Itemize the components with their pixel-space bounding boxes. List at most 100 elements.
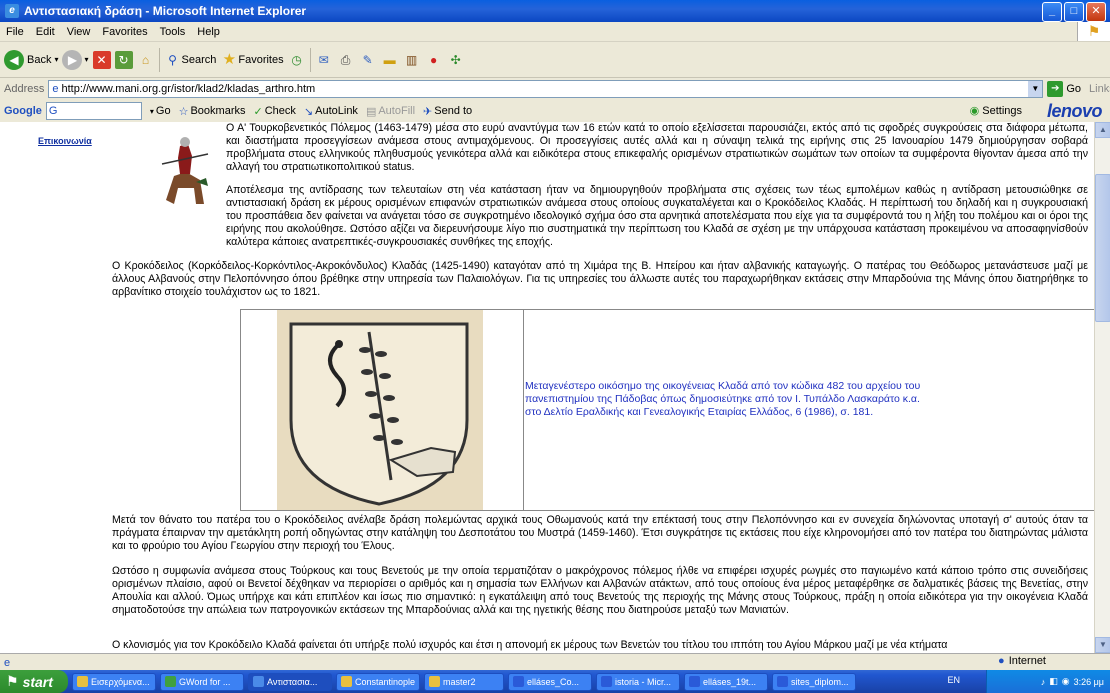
forward-button[interactable]: ▶ ▾ <box>62 49 89 70</box>
messenger-icon[interactable]: ● <box>425 51 443 69</box>
word-icon <box>601 676 612 687</box>
scroll-down-button[interactable]: ▼ <box>1095 637 1110 653</box>
search-icon: ⚲ <box>168 52 177 67</box>
mail-icon[interactable]: ✉ <box>315 51 333 69</box>
windows-logo-icon: ⚑ <box>1077 22 1110 41</box>
maximize-button[interactable]: □ <box>1064 2 1084 22</box>
taskbar-item[interactable]: elláses_Co... <box>508 672 592 691</box>
coat-of-arms-table: Μεταγενέστερο οικόσημο της οικογένειας Κ… <box>240 309 1094 511</box>
taskbar-item-label: sites_diplom... <box>791 676 849 687</box>
scroll-thumb[interactable] <box>1095 174 1110 322</box>
autofill-button[interactable]: ▤ AutoFill <box>366 105 415 118</box>
autolink-icon: ↘ <box>303 105 314 118</box>
check-button[interactable]: ✓ Check <box>254 105 296 118</box>
address-input[interactable]: e http://www.mani.org.gr/istor/klad2/kla… <box>48 80 1044 98</box>
paragraph: Μετά τον θάνατο του πατέρα του ο Κροκόδε… <box>112 514 1088 552</box>
paragraph: Ο Κροκόδειλος (Κορκόδειλος-Κορκόντιλος-Α… <box>112 260 1088 298</box>
taskbar-item[interactable]: istoria - Micr... <box>596 672 680 691</box>
menu-view[interactable]: View <box>61 26 97 38</box>
taskbar-item-label: elláses_Co... <box>527 676 580 687</box>
home-icon[interactable]: ⌂ <box>137 51 155 69</box>
taskbar-item[interactable]: master2 <box>424 672 504 691</box>
autofill-label: AutoFill <box>378 105 416 117</box>
address-url: http://www.mani.org.gr/istor/klad2/klada… <box>61 83 316 95</box>
antivirus-icon[interactable]: ◉ <box>1062 676 1070 687</box>
google-logo: Google <box>4 105 42 117</box>
menu-tools[interactable]: Tools <box>154 26 192 38</box>
security-zone: ● Internet <box>998 655 1046 667</box>
coat-of-arms-image <box>277 310 483 510</box>
taskbar-item-label: master2 <box>443 676 476 687</box>
back-arrow-icon: ◀ <box>4 49 24 70</box>
tool-icon[interactable]: ✣ <box>447 51 465 69</box>
research-icon[interactable]: ▥ <box>403 51 421 69</box>
menu-help[interactable]: Help <box>191 26 226 38</box>
chevron-down-icon[interactable]: ▼ <box>1028 81 1043 97</box>
google-toolbar: Google G ▾ Go ☆ Bookmarks ✓ Check ↘ Auto… <box>0 100 1110 123</box>
page-status-icon: e <box>4 656 11 669</box>
settings-icon: ◉ <box>969 105 980 117</box>
paragraph: Ο κλονισμός για τον Κροκόδειλο Κλαδά φαί… <box>112 639 948 651</box>
menu-file[interactable]: File <box>0 26 30 38</box>
favorites-button[interactable]: ★ Favorites <box>220 51 284 69</box>
search-button[interactable]: ⚲ Search <box>164 51 216 69</box>
taskbar-item[interactable]: elláses_19t... <box>684 672 768 691</box>
knight-illustration <box>156 130 214 218</box>
google-go-button[interactable]: ▾ Go <box>150 105 171 117</box>
clock[interactable]: 3:26 μμ <box>1074 677 1104 687</box>
taskbar-item[interactable]: GWord for ... <box>160 672 244 691</box>
taskbar-item[interactable]: sites_diplom... <box>772 672 856 691</box>
menu-edit[interactable]: Edit <box>30 26 61 38</box>
autofill-icon: ▤ <box>365 105 377 118</box>
taskbar-item-label: Αντιστασια... <box>267 676 318 687</box>
folder-icon[interactable]: ▬ <box>381 51 399 69</box>
title-bar: e Αντιστασιακή δράση - Microsoft Interne… <box>0 0 1110 22</box>
app-icon <box>165 676 176 687</box>
menu-favorites[interactable]: Favorites <box>96 26 153 38</box>
ie-icon <box>253 676 264 687</box>
chevron-down-icon: ▾ <box>84 55 89 64</box>
volume-icon[interactable]: ♪ <box>1041 677 1046 687</box>
back-label: Back <box>27 53 52 66</box>
autolink-button[interactable]: ↘ AutoLink <box>304 105 358 118</box>
taskbar-item[interactable]: Constantinople <box>336 672 420 691</box>
back-button[interactable]: ◀ Back ▾ <box>4 49 59 70</box>
links-label[interactable]: Links <box>1089 83 1110 95</box>
go-label: Go <box>1066 83 1082 95</box>
address-bar: Address e http://www.mani.org.gr/istor/k… <box>0 78 1110 101</box>
paragraph-text: Αποτέλεσμα της αντίδρασης των τελευταίων… <box>226 184 1088 248</box>
left-sidebar: Επικοινωνία <box>0 122 112 653</box>
taskbar-item[interactable]: Εισερχόμενα... <box>72 672 156 691</box>
contact-link[interactable]: Επικοινωνία <box>38 136 92 146</box>
print-icon[interactable]: ⎙ <box>337 51 355 69</box>
word-icon <box>513 676 524 687</box>
image-caption: Μεταγενέστερο οικόσημο της οικογένειας Κ… <box>525 380 921 418</box>
forward-arrow-icon: ▶ <box>62 49 83 70</box>
go-button[interactable]: ➔ Go <box>1047 81 1081 97</box>
minimize-button[interactable]: _ <box>1042 2 1062 22</box>
chevron-down-icon: ▾ <box>54 55 59 64</box>
vertical-scrollbar[interactable]: ▲ ▼ <box>1094 122 1110 653</box>
edit-icon[interactable]: ✎ <box>359 51 377 69</box>
chevron-down-icon: ▾ <box>149 106 154 116</box>
taskbar-item-active[interactable]: Αντιστασια... <box>248 672 332 691</box>
send-icon: ✈ <box>423 105 433 118</box>
coat-of-arms-cell <box>241 310 524 510</box>
start-button[interactable]: ⚑ start <box>0 670 68 693</box>
toolbar: ◀ Back ▾ ▶ ▾ ✕ ↻ ⌂ ⚲ Search ★ Favorites … <box>0 42 1110 78</box>
sendto-button[interactable]: ✈ Send to <box>423 105 472 118</box>
bookmarks-button[interactable]: ☆ Bookmarks <box>179 105 246 118</box>
stop-icon[interactable]: ✕ <box>92 50 111 69</box>
zone-label: Internet <box>1008 655 1046 667</box>
google-search-input[interactable]: G <box>45 102 142 120</box>
autolink-label: AutoLink <box>315 105 358 117</box>
history-icon[interactable]: ◷ <box>288 51 306 69</box>
settings-button[interactable]: ◉ Settings <box>969 104 1022 118</box>
close-button[interactable]: ✕ <box>1086 2 1106 22</box>
language-indicator[interactable]: EN <box>947 675 960 685</box>
refresh-icon[interactable]: ↻ <box>114 50 133 69</box>
network-icon[interactable]: ◧ <box>1049 676 1058 687</box>
address-label: Address <box>4 83 45 95</box>
scroll-up-button[interactable]: ▲ <box>1095 122 1110 138</box>
go-arrow-icon: ➔ <box>1047 81 1064 97</box>
